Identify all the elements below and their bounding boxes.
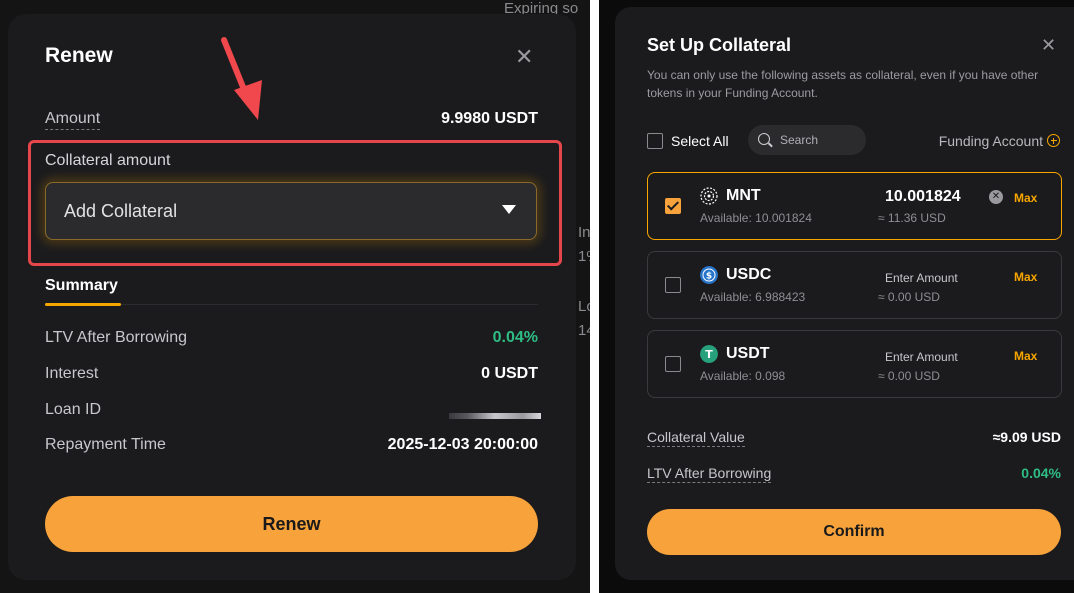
loan-id-redacted <box>449 413 541 419</box>
screenshot-divider <box>590 0 599 593</box>
collateral-description: You can only use the following assets as… <box>647 68 1039 100</box>
renew-button[interactable]: Renew <box>45 496 538 552</box>
interest-value: 0 USDT <box>481 365 538 382</box>
collateral-modal: Set Up Collateral ✕ You can only use the… <box>615 7 1074 580</box>
select-all-checkbox[interactable] <box>647 133 663 149</box>
collateral-amount-label: Collateral amount <box>45 152 171 169</box>
asset-amount-input[interactable]: Enter Amount <box>885 271 958 285</box>
svg-text:T: T <box>705 348 713 361</box>
search-placeholder: Search <box>780 133 819 147</box>
collateral-value: ≈9.09 USD <box>992 429 1061 445</box>
asset-checkbox[interactable] <box>665 198 681 214</box>
funding-account-label: Funding Account <box>938 133 1043 149</box>
asset-available: Available: 6.988423 <box>700 290 806 304</box>
repayment-time-label: Repayment Time <box>45 436 166 453</box>
asset-available: Available: 10.001824 <box>700 211 812 225</box>
ltv-value: 0.04% <box>492 329 538 346</box>
confirm-button[interactable]: Confirm <box>647 509 1061 555</box>
svg-text:$: $ <box>706 272 712 282</box>
close-icon[interactable]: ✕ <box>515 46 533 68</box>
modal-title: Set Up Collateral <box>647 35 792 55</box>
add-circle-icon <box>1047 134 1060 147</box>
ltv-label: LTV After Borrowing <box>647 465 772 483</box>
add-collateral-text: Add Collateral <box>64 201 178 221</box>
search-icon <box>758 133 770 145</box>
usdc-coin-icon: $ <box>700 266 718 284</box>
add-collateral-dropdown[interactable]: Add Collateral <box>45 182 537 240</box>
asset-usd-value: ≈ 0.00 USD <box>878 369 940 383</box>
asset-card-usdt[interactable]: T USDT Available: 0.098 Enter Amount ≈ 0… <box>647 330 1062 398</box>
asset-available: Available: 0.098 <box>700 369 786 383</box>
search-input[interactable]: Search <box>748 125 866 155</box>
max-button[interactable]: Max <box>1014 349 1037 363</box>
max-button[interactable]: Max <box>1014 270 1037 284</box>
ltv-label: LTV After Borrowing <box>45 329 187 346</box>
loan-id-label: Loan ID <box>45 401 102 418</box>
asset-card-usdc[interactable]: $ USDC Available: 6.988423 Enter Amount … <box>647 251 1062 319</box>
tab-summary[interactable]: Summary <box>45 277 118 295</box>
caret-down-icon <box>502 205 516 214</box>
asset-name: USDT <box>726 345 770 362</box>
select-all-label[interactable]: Select All <box>671 133 729 149</box>
amount-label: Amount <box>45 110 101 130</box>
funding-account-link[interactable]: Funding Account <box>939 133 1060 149</box>
mnt-coin-icon <box>700 187 718 205</box>
modal-title: Renew <box>45 44 113 67</box>
renew-modal: Renew ✕ Amount 9.9980 USDT Collateral am… <box>8 14 576 580</box>
active-tab-indicator <box>45 303 121 306</box>
asset-name: USDC <box>726 266 772 283</box>
asset-amount-input[interactable]: 10.001824 <box>885 188 961 206</box>
collateral-value-label: Collateral Value <box>647 429 745 447</box>
asset-card-mnt[interactable]: MNT Available: 10.001824 10.001824 ≈ 11.… <box>647 172 1062 240</box>
asset-name: MNT <box>726 187 761 204</box>
amount-value: 9.9980 USDT <box>441 110 538 127</box>
ltv-value: 0.04% <box>1021 465 1061 481</box>
asset-amount-input[interactable]: Enter Amount <box>885 350 958 364</box>
asset-usd-value: ≈ 11.36 USD <box>878 211 946 225</box>
asset-usd-value: ≈ 0.00 USD <box>878 290 940 304</box>
interest-label: Interest <box>45 365 99 382</box>
asset-checkbox[interactable] <box>665 277 681 293</box>
asset-checkbox[interactable] <box>665 356 681 372</box>
usdt-coin-icon: T <box>700 345 718 363</box>
clear-icon[interactable]: ✕ <box>989 190 1003 204</box>
max-button[interactable]: Max <box>1014 191 1037 205</box>
repayment-time-value: 2025-12-03 20:00:00 <box>387 436 538 453</box>
close-icon[interactable]: ✕ <box>1041 34 1056 56</box>
